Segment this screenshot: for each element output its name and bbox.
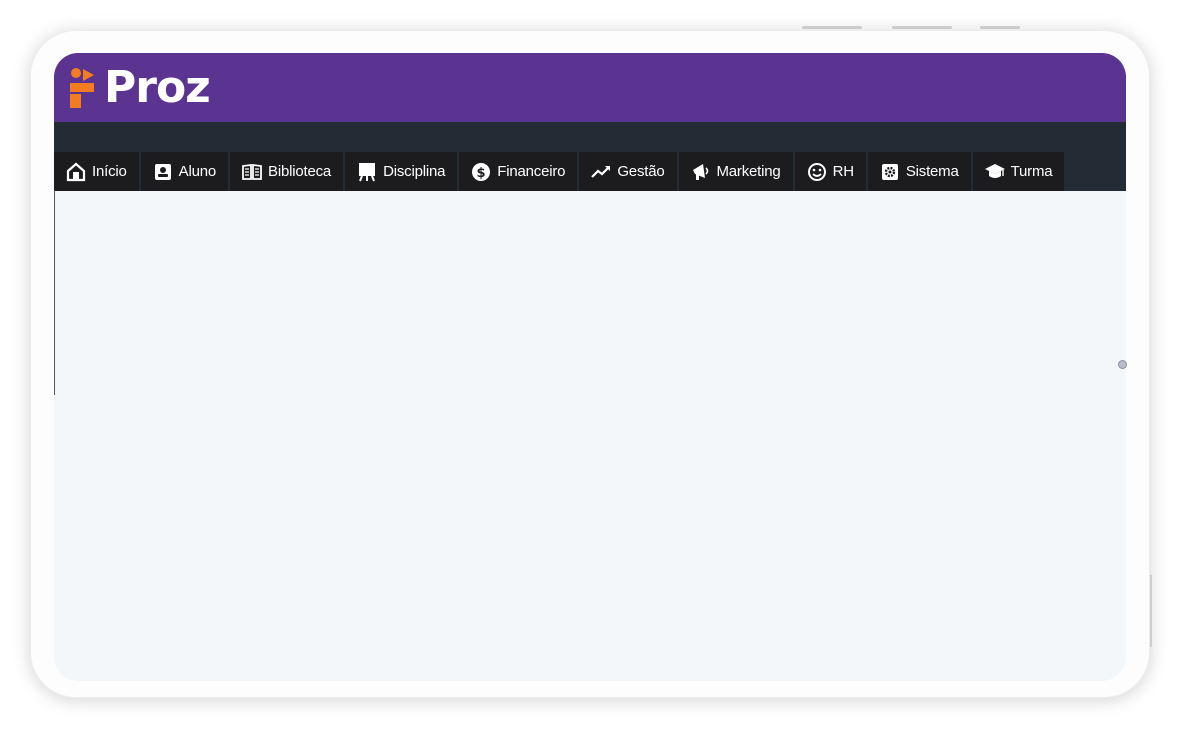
nav-item-marketing[interactable]: Marketing: [678, 152, 793, 191]
nav-item-label: Turma: [1010, 163, 1053, 180]
home-icon: [66, 162, 86, 181]
book-open-icon: [242, 163, 262, 180]
megaphone-icon: [692, 163, 708, 180]
chalkboard-icon: [359, 162, 376, 181]
proz-logo-icon: [70, 68, 94, 108]
brand-name: Proz: [104, 62, 211, 113]
nav-item-inicio[interactable]: Início: [54, 152, 139, 191]
nav-item-disciplina[interactable]: Disciplina: [345, 152, 458, 191]
id-card-icon: [154, 163, 171, 180]
nav-item-label: Gestão: [617, 163, 665, 180]
smile-icon: [807, 162, 826, 181]
nav-item-label: Disciplina: [383, 163, 446, 180]
device-top-indicator-3: [980, 26, 1020, 29]
nav-item-aluno[interactable]: Aluno: [140, 152, 229, 191]
device-top-indicator-1: [802, 26, 862, 29]
nav-item-label: Marketing: [716, 163, 781, 180]
cog-icon: [881, 163, 898, 180]
header-subbar: [54, 122, 1126, 152]
nav-item-gestao[interactable]: Gestão: [579, 152, 677, 191]
nav-item-label: Sistema: [905, 163, 959, 180]
nav-item-label: Aluno: [178, 163, 217, 180]
nav-item-sistema[interactable]: Sistema: [867, 152, 971, 191]
device-side-button: [1150, 575, 1152, 647]
brand-logo[interactable]: Proz: [68, 62, 211, 113]
app-header: Proz: [54, 53, 1126, 122]
nav-item-label: Biblioteca: [268, 163, 332, 180]
app-screen: Proz Início Aluno Biblioteca Disciplina …: [54, 53, 1126, 681]
scroll-indicator[interactable]: [1118, 360, 1127, 369]
nav-item-label: Financeiro: [497, 163, 566, 180]
left-edge-line: [54, 190, 55, 395]
device-top-indicator-2: [892, 26, 952, 29]
graduation-cap-icon: [984, 163, 1005, 178]
nav-item-rh[interactable]: RH: [794, 152, 866, 191]
svg-text:$: $: [477, 166, 486, 181]
nav-item-turma[interactable]: Turma: [972, 152, 1065, 191]
main-nav: Início Aluno Biblioteca Disciplina $ Fin…: [54, 152, 1126, 191]
nav-item-biblioteca[interactable]: Biblioteca: [230, 152, 344, 191]
dollar-circle-icon: $: [472, 162, 491, 181]
nav-item-financeiro[interactable]: $ Financeiro: [459, 152, 578, 191]
trend-up-icon: [591, 165, 611, 178]
nav-item-label: Início: [92, 163, 127, 180]
nav-item-label: RH: [832, 163, 854, 180]
